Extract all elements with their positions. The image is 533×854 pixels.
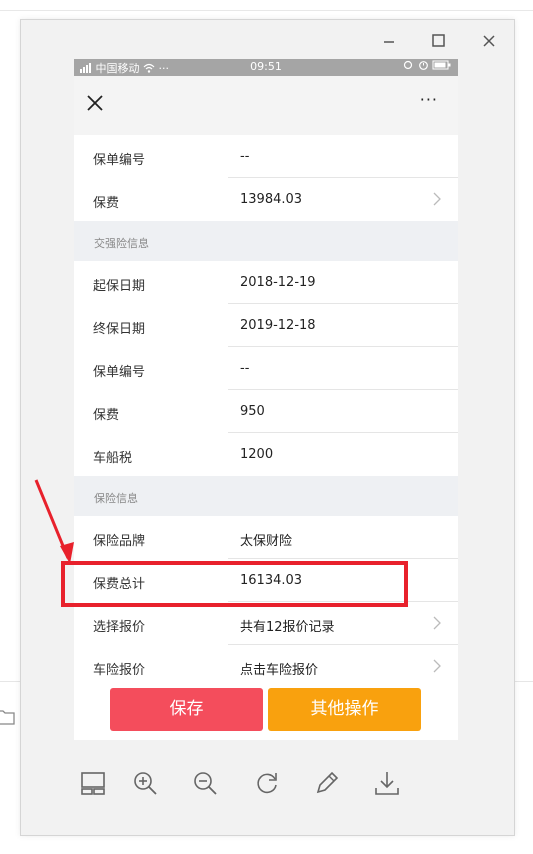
list-row-end-date: 终保日期 2019-12-18 bbox=[74, 304, 458, 347]
chevron-right-icon bbox=[433, 192, 441, 206]
status-bar: 中国移动 ··· 09:51 bbox=[74, 59, 458, 76]
zoom-in-icon[interactable] bbox=[132, 770, 158, 796]
row-value: 点击车险报价 bbox=[240, 663, 319, 678]
section-header-compulsory: 交强险信息 bbox=[74, 221, 458, 261]
status-time: 09:51 bbox=[250, 60, 282, 73]
nav-bar: ··· bbox=[74, 76, 458, 131]
sync-icon bbox=[403, 60, 413, 70]
row-value: 太保财险 bbox=[240, 534, 293, 549]
action-bar: 保存 其他操作 bbox=[74, 688, 458, 740]
zoom-out-icon[interactable] bbox=[192, 770, 218, 796]
row-label: 选择报价 bbox=[93, 620, 146, 635]
download-icon[interactable] bbox=[374, 770, 400, 796]
list-row-premium-2: 保费 950 bbox=[74, 390, 458, 433]
row-value: 2018-12-19 bbox=[240, 275, 316, 290]
rotate-icon[interactable] bbox=[254, 770, 280, 796]
close-icon[interactable] bbox=[86, 94, 104, 112]
list-row-select-quote[interactable]: 选择报价 共有12报价记录 bbox=[74, 602, 458, 645]
close-icon bbox=[483, 35, 495, 47]
list-row-start-date: 起保日期 2018-12-19 bbox=[74, 261, 458, 304]
list-row-car-quote[interactable]: 车险报价 点击车险报价 bbox=[74, 645, 458, 688]
list-row-insurer: 保险品牌 太保财险 bbox=[74, 516, 458, 559]
row-value: -- bbox=[240, 149, 250, 164]
row-label: 保费 bbox=[93, 196, 120, 211]
section-header-insurance: 保险信息 bbox=[74, 476, 458, 516]
row-label: 保险品牌 bbox=[93, 534, 146, 549]
thumbnail-icon[interactable] bbox=[80, 770, 106, 796]
chevron-right-icon bbox=[433, 616, 441, 630]
row-label: 车险报价 bbox=[93, 663, 146, 678]
row-value: 1200 bbox=[240, 447, 274, 462]
row-label: 保费 bbox=[93, 408, 120, 423]
row-value: -- bbox=[240, 361, 250, 376]
folder-icon bbox=[0, 710, 15, 725]
row-label: 保单编号 bbox=[93, 153, 146, 168]
row-label: 起保日期 bbox=[93, 279, 146, 294]
row-label: 保单编号 bbox=[93, 365, 146, 380]
status-icons bbox=[402, 60, 452, 73]
phone-screenshot: 中国移动 ··· 09:51 ··· 保单编号 -- 保费 13984.03 交… bbox=[74, 59, 458, 740]
top-divider bbox=[0, 10, 533, 11]
row-value: 2019-12-18 bbox=[240, 318, 316, 333]
minimize-icon bbox=[384, 41, 394, 43]
annotation-arrow-icon bbox=[34, 479, 74, 564]
maximize-icon bbox=[432, 34, 445, 47]
save-button[interactable]: 保存 bbox=[110, 688, 263, 731]
battery-icon bbox=[432, 60, 451, 70]
minimize-button[interactable] bbox=[378, 30, 400, 52]
section-title: 交强险信息 bbox=[94, 237, 149, 250]
list-row-premium[interactable]: 保费 13984.03 bbox=[74, 178, 458, 221]
edit-icon[interactable] bbox=[314, 770, 340, 796]
section-title: 保险信息 bbox=[94, 492, 138, 505]
close-window-button[interactable] bbox=[478, 30, 500, 52]
list-row-policy-number: 保单编号 -- bbox=[74, 135, 458, 178]
highlight-box bbox=[61, 561, 408, 607]
row-value: 13984.03 bbox=[240, 192, 303, 207]
chevron-right-icon bbox=[433, 659, 441, 673]
list-row-policy-number-2: 保单编号 -- bbox=[74, 347, 458, 390]
alarm-icon bbox=[418, 61, 428, 70]
row-label: 车船税 bbox=[93, 451, 133, 466]
more-menu-button[interactable]: ··· bbox=[420, 90, 438, 109]
row-value: 共有12报价记录 bbox=[240, 620, 335, 635]
row-label: 终保日期 bbox=[93, 322, 146, 337]
maximize-button[interactable] bbox=[427, 30, 449, 52]
other-actions-button[interactable]: 其他操作 bbox=[268, 688, 421, 731]
list-row-vehicle-tax: 车船税 1200 bbox=[74, 433, 458, 476]
row-value: 950 bbox=[240, 404, 265, 419]
